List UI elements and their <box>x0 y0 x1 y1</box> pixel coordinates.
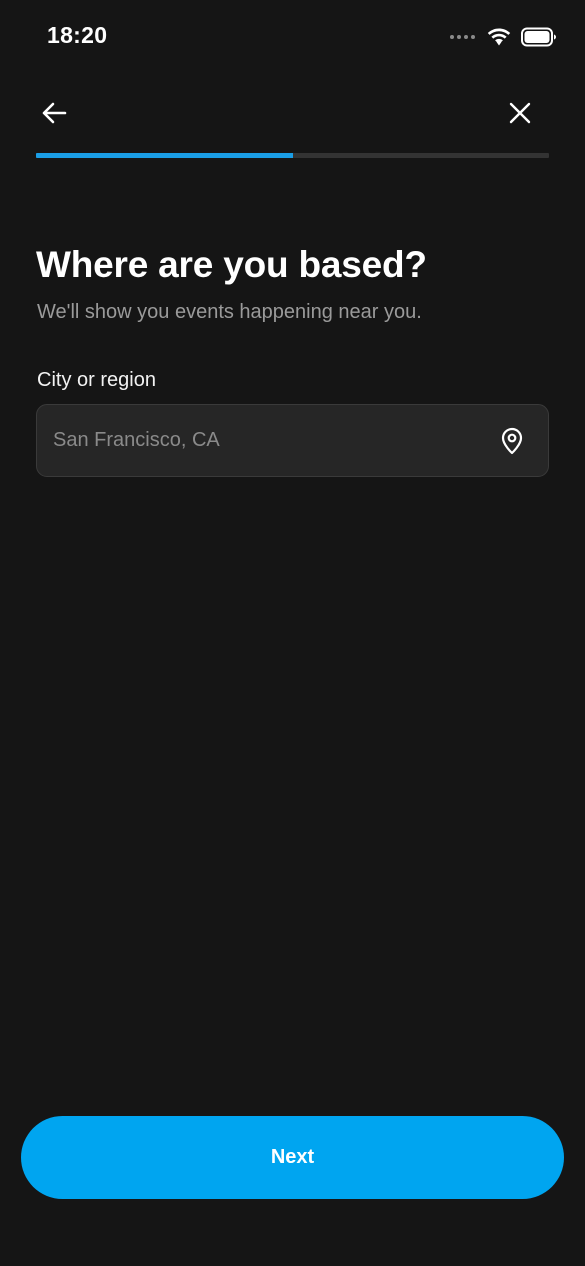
progress-bar <box>36 153 549 158</box>
progress-fill <box>36 153 293 158</box>
status-time: 18:20 <box>47 22 108 48</box>
status-bar: 18:20 <box>0 0 585 74</box>
page-subtitle: We'll show you events happening near you… <box>37 301 422 323</box>
wifi-icon <box>487 28 511 46</box>
page-title: Where are you based? <box>36 244 427 285</box>
city-region-label: City or region <box>37 369 156 391</box>
nav-bar <box>0 90 585 138</box>
arrow-left-icon <box>42 102 67 124</box>
next-button[interactable]: Next <box>21 1116 564 1199</box>
map-pin-icon <box>501 427 523 455</box>
city-region-field <box>36 404 549 477</box>
signal-dots-icon <box>450 35 475 39</box>
back-button[interactable] <box>32 91 76 135</box>
close-icon <box>509 102 531 124</box>
close-button[interactable] <box>498 91 542 135</box>
status-icons <box>450 26 557 48</box>
city-region-input[interactable] <box>53 405 473 476</box>
use-location-button[interactable] <box>496 425 528 457</box>
battery-icon <box>521 27 556 47</box>
